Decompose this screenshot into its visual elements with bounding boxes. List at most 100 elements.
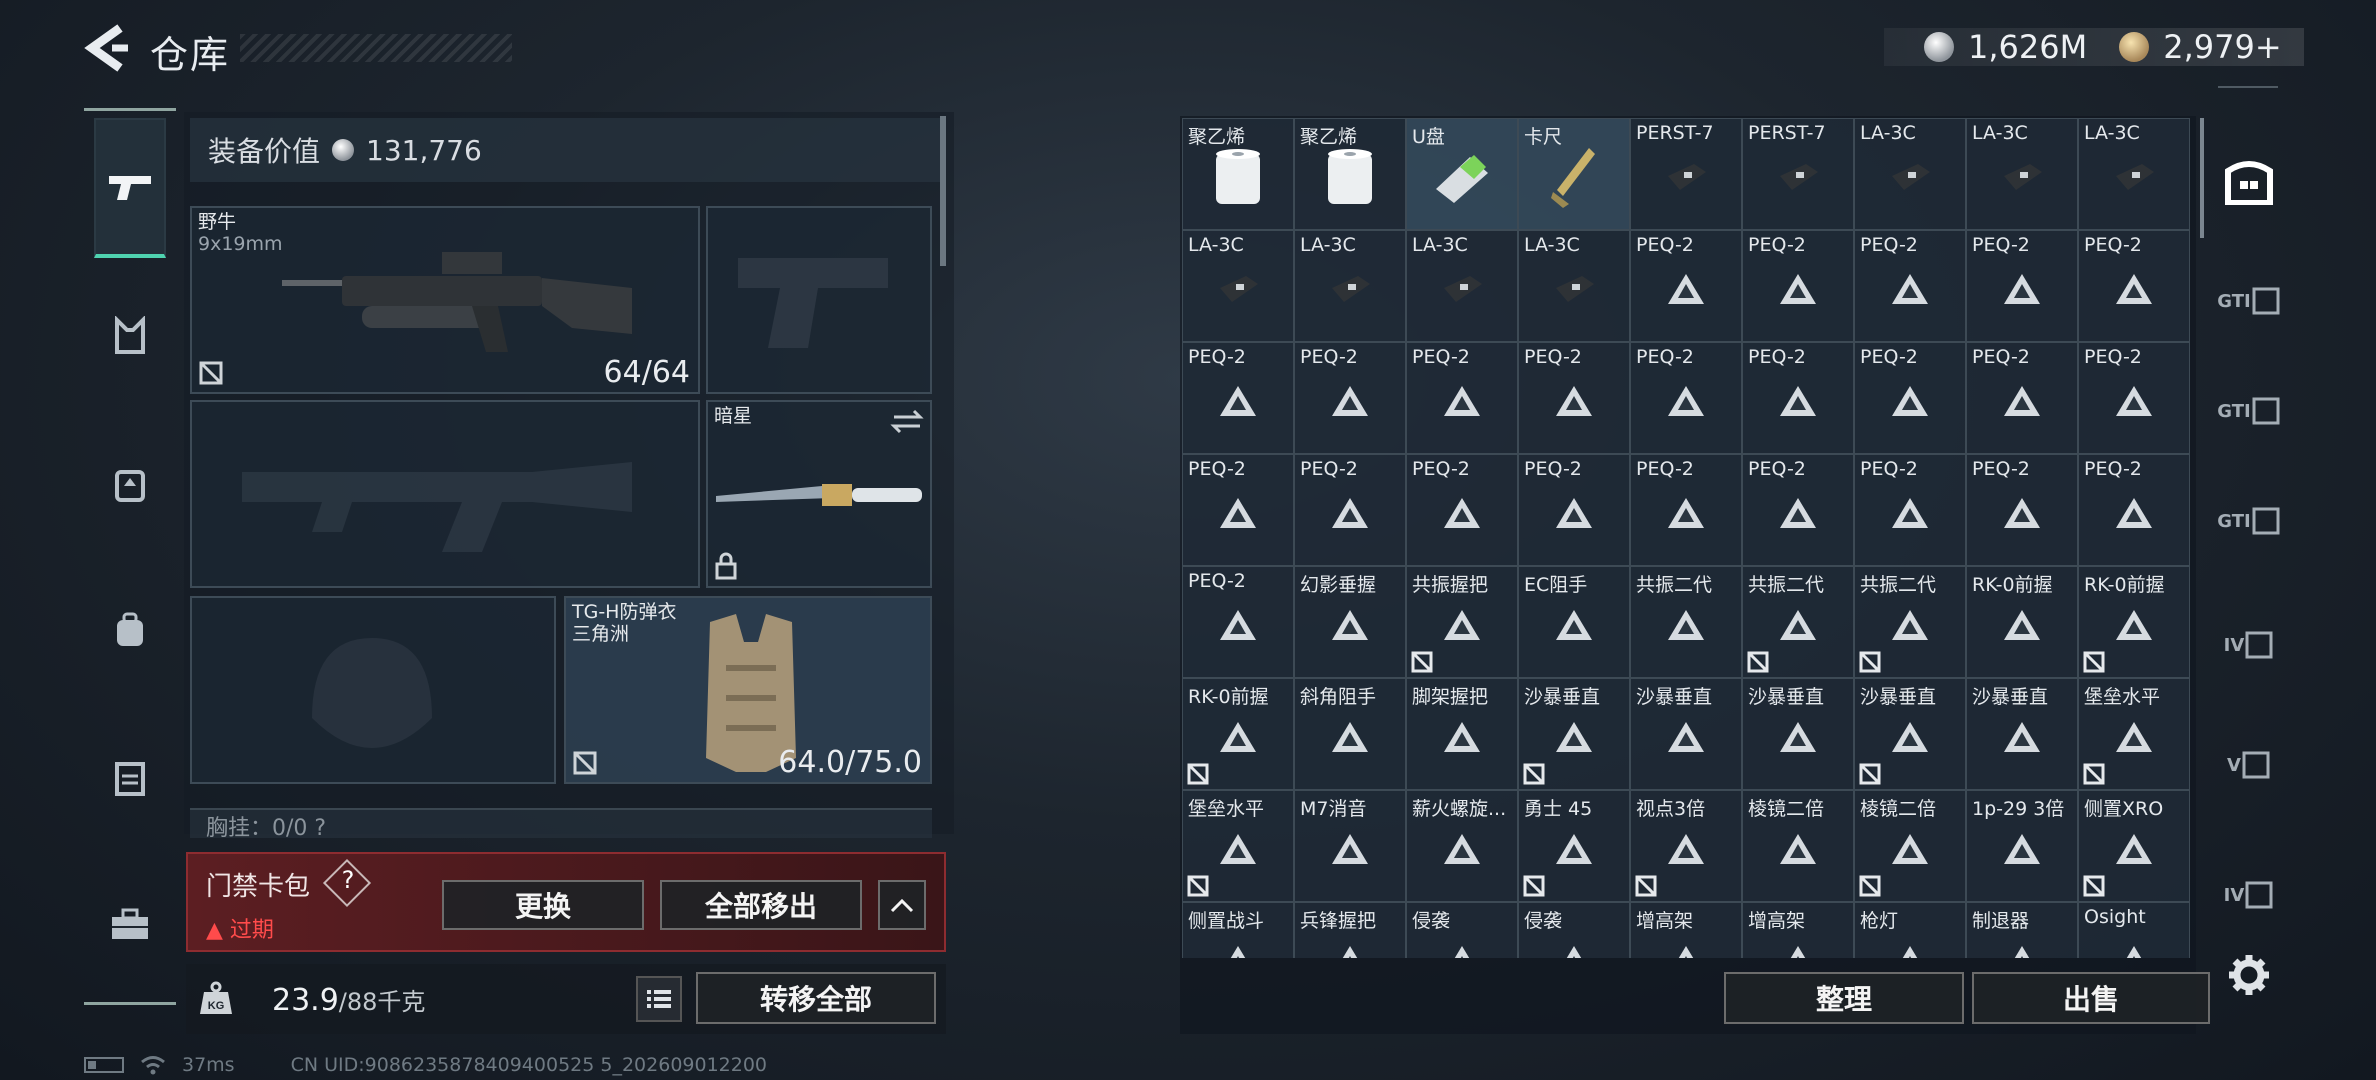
stash-item[interactable]: PEQ-2: [1182, 566, 1294, 678]
stash-item[interactable]: 聚乙烯: [1294, 118, 1406, 230]
pistol-slot-empty[interactable]: [706, 206, 932, 394]
stash-item[interactable]: PEQ-2: [1854, 454, 1966, 566]
stash-item[interactable]: 共振握把: [1406, 566, 1518, 678]
stash-item[interactable]: 侧置XRO: [2078, 790, 2190, 902]
stash-scrollbar[interactable]: [2200, 118, 2204, 238]
stash-item[interactable]: PEQ-2: [1182, 454, 1294, 566]
armor-slot[interactable]: TG-H防弹衣 三角洲 64.0/75.0: [564, 596, 932, 784]
stash-item[interactable]: 共振二代: [1630, 566, 1742, 678]
stash-item[interactable]: PEQ-2: [1630, 230, 1742, 342]
stash-item[interactable]: 视点3倍: [1630, 790, 1742, 902]
collapse-button[interactable]: [878, 880, 926, 930]
stash-item[interactable]: 增高架: [1742, 902, 1854, 958]
stash-item[interactable]: 堡垒水平: [2078, 678, 2190, 790]
stash-item[interactable]: PEQ-2: [1294, 342, 1406, 454]
stash-item[interactable]: 棱镜二倍: [1854, 790, 1966, 902]
stash-item[interactable]: PEQ-2: [1406, 342, 1518, 454]
stash-item[interactable]: Osight: [2078, 902, 2190, 958]
stash-item[interactable]: LA-3C: [1518, 230, 1630, 342]
stash-item[interactable]: PEQ-2: [1630, 454, 1742, 566]
rail-tab-case[interactable]: [94, 740, 166, 812]
stash-item[interactable]: RK-0前握: [2078, 566, 2190, 678]
stash-item[interactable]: LA-3C: [1966, 118, 2078, 230]
stash-item[interactable]: PEQ-2: [1518, 454, 1630, 566]
stash-item[interactable]: PEQ-2: [2078, 342, 2190, 454]
stash-item[interactable]: 沙暴垂直: [1518, 678, 1630, 790]
stash-item[interactable]: 沙暴垂直: [1854, 678, 1966, 790]
secondary-weapon-slot-empty[interactable]: [190, 400, 700, 588]
stash-tab-4[interactable]: IV: [2212, 610, 2286, 680]
stash-item[interactable]: PEQ-2: [1966, 342, 2078, 454]
stash-item[interactable]: LA-3C: [1854, 118, 1966, 230]
stash-item[interactable]: PEQ-2: [1966, 454, 2078, 566]
stash-item[interactable]: 制退器: [1966, 902, 2078, 958]
stash-item[interactable]: 兵锋握把: [1294, 902, 1406, 958]
stash-item[interactable]: PEQ-2: [1630, 342, 1742, 454]
primary-weapon-slot[interactable]: 野牛 9x19mm 64/64: [190, 206, 700, 394]
gold-currency-value[interactable]: 2,979+: [2163, 28, 2281, 66]
sell-button[interactable]: 出售: [1972, 972, 2210, 1024]
stash-item[interactable]: PEQ-2: [1966, 230, 2078, 342]
stash-item[interactable]: M7消音: [1294, 790, 1406, 902]
stash-item[interactable]: 1p-29 3倍: [1966, 790, 2078, 902]
stash-item[interactable]: 增高架: [1630, 902, 1742, 958]
stash-item[interactable]: 共振二代: [1742, 566, 1854, 678]
rail-tab-helmet[interactable]: [94, 300, 166, 372]
stash-item[interactable]: PEQ-2: [2078, 454, 2190, 566]
rail-tab-weapons[interactable]: [94, 118, 166, 258]
stash-item[interactable]: LA-3C: [2078, 118, 2190, 230]
list-view-button[interactable]: [636, 976, 682, 1022]
stash-item[interactable]: PEQ-2: [1854, 230, 1966, 342]
stash-item[interactable]: 沙暴垂直: [1966, 678, 2078, 790]
stash-item[interactable]: 薪火螺旋...: [1406, 790, 1518, 902]
stash-item[interactable]: 堡垒水平: [1182, 790, 1294, 902]
stash-item[interactable]: 沙暴垂直: [1630, 678, 1742, 790]
rail-tab-rig[interactable]: [94, 448, 166, 520]
stash-tab-2[interactable]: GTI: [2212, 376, 2286, 446]
swap-icon[interactable]: [890, 408, 924, 434]
sort-button[interactable]: 整理: [1724, 972, 1964, 1024]
rail-tab-toolbox[interactable]: [94, 888, 166, 960]
stash-item[interactable]: PERST-7: [1630, 118, 1742, 230]
stash-item[interactable]: 侵袭: [1406, 902, 1518, 958]
stash-item[interactable]: 沙暴垂直: [1742, 678, 1854, 790]
stash-item[interactable]: PEQ-2: [1742, 454, 1854, 566]
stash-item[interactable]: U盘: [1406, 118, 1518, 230]
melee-slot[interactable]: 暗星: [706, 400, 932, 588]
stash-item[interactable]: 幻影垂握: [1294, 566, 1406, 678]
chest-rig-row[interactable]: 胸挂：0/0 ?: [190, 808, 932, 841]
stash-item[interactable]: LA-3C: [1406, 230, 1518, 342]
stash-tab-3[interactable]: GTI: [2212, 486, 2286, 556]
stash-tab-all[interactable]: [2212, 146, 2286, 216]
stash-item[interactable]: 棱镜二倍: [1742, 790, 1854, 902]
stash-item[interactable]: PERST-7: [1742, 118, 1854, 230]
rail-tab-backpack[interactable]: [94, 594, 166, 666]
equipment-scrollbar[interactable]: [940, 116, 946, 266]
swap-button[interactable]: 更换: [442, 880, 644, 930]
helmet-slot-empty[interactable]: [190, 596, 556, 784]
stash-item[interactable]: PEQ-2: [1182, 342, 1294, 454]
stash-item[interactable]: 侧置战斗: [1182, 902, 1294, 958]
stash-item[interactable]: LA-3C: [1182, 230, 1294, 342]
stash-item[interactable]: RK-0前握: [1966, 566, 2078, 678]
stash-item[interactable]: RK-0前握: [1182, 678, 1294, 790]
stash-item[interactable]: 枪灯: [1854, 902, 1966, 958]
stash-item[interactable]: PEQ-2: [1742, 342, 1854, 454]
stash-item[interactable]: 脚架握把: [1406, 678, 1518, 790]
stash-tab-6[interactable]: IV: [2212, 860, 2286, 930]
stash-item[interactable]: PEQ-2: [1742, 230, 1854, 342]
stash-tab-5[interactable]: V: [2212, 730, 2286, 800]
transfer-all-button[interactable]: 转移全部: [696, 972, 936, 1024]
stash-item[interactable]: 勇士 45: [1518, 790, 1630, 902]
stash-item[interactable]: 斜角阻手: [1294, 678, 1406, 790]
stash-item[interactable]: PEQ-2: [1854, 342, 1966, 454]
stash-item[interactable]: 卡尺: [1518, 118, 1630, 230]
stash-item[interactable]: PEQ-2: [1294, 454, 1406, 566]
stash-tab-1[interactable]: GTI: [2212, 266, 2286, 336]
stash-item[interactable]: 侵袭: [1518, 902, 1630, 958]
stash-item[interactable]: LA-3C: [1294, 230, 1406, 342]
stash-item[interactable]: PEQ-2: [1518, 342, 1630, 454]
stash-item[interactable]: 聚乙烯: [1182, 118, 1294, 230]
stash-item[interactable]: EC阻手: [1518, 566, 1630, 678]
back-button[interactable]: [82, 22, 130, 74]
